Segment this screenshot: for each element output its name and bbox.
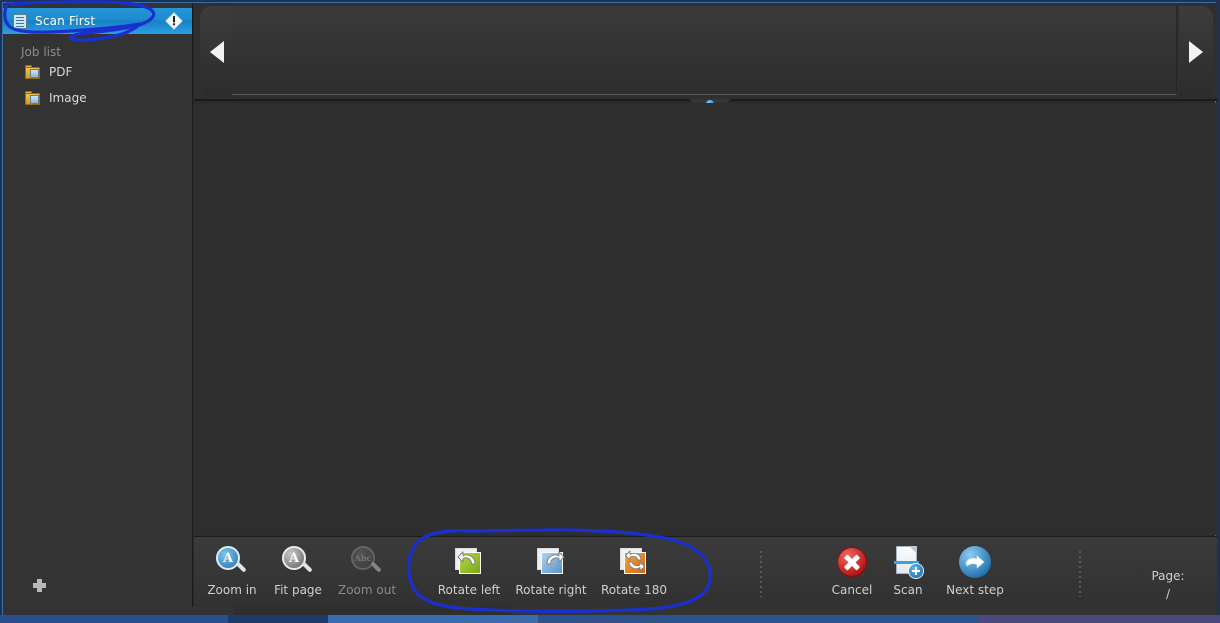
scan-first-label: Scan First bbox=[35, 14, 96, 28]
zoom-out-icon: Abc bbox=[351, 543, 383, 581]
taskbar-segment[interactable] bbox=[328, 615, 538, 623]
sidebar-item-pdf[interactable]: PDF bbox=[25, 65, 72, 79]
bottom-toolbar: A Zoom in A Fit page Abc Zoom out Rotate… bbox=[194, 536, 1217, 611]
arrow-left-icon bbox=[210, 40, 224, 63]
sidebar-item-label: Image bbox=[49, 91, 87, 105]
rotate-180-icon bbox=[618, 543, 650, 581]
toolbar-button-label: Cancel bbox=[831, 583, 873, 597]
zoom-out-button[interactable]: Abc Zoom out bbox=[333, 543, 401, 605]
taskbar-segment[interactable] bbox=[228, 615, 328, 623]
rotate-left-button[interactable]: Rotate left bbox=[433, 543, 505, 605]
warning-diamond-icon bbox=[165, 12, 183, 30]
status-segment bbox=[3, 607, 234, 615]
sidebar-item-label: PDF bbox=[49, 65, 73, 79]
plus-icon bbox=[32, 578, 46, 592]
rotate-right-icon bbox=[535, 543, 567, 581]
toolbar-separator bbox=[760, 551, 762, 597]
add-job-button[interactable] bbox=[28, 574, 50, 596]
toolbar-button-label: Rotate left bbox=[437, 583, 501, 597]
page-value: / bbox=[1165, 587, 1171, 601]
taskbar-segment[interactable] bbox=[538, 615, 978, 623]
page-thumbnail-strip bbox=[194, 3, 1217, 100]
toolbar-button-label: Zoom in bbox=[207, 583, 257, 597]
preview-canvas[interactable] bbox=[194, 103, 1217, 535]
document-icon bbox=[13, 13, 27, 29]
toolbar-button-label: Scan bbox=[893, 583, 923, 597]
toolbar-button-label: Zoom out bbox=[337, 583, 397, 597]
rotate-180-button[interactable]: Rotate 180 bbox=[598, 543, 670, 605]
os-taskbar[interactable] bbox=[0, 615, 1220, 623]
job-list-label: Job list bbox=[21, 45, 61, 59]
status-segment bbox=[233, 607, 513, 615]
scan-icon bbox=[893, 543, 923, 581]
scan-button[interactable]: Scan bbox=[881, 543, 935, 605]
toolbar-button-label: Fit page bbox=[274, 583, 322, 597]
sidebar: Scan First Job list PDF Image bbox=[3, 3, 193, 612]
zoom-in-button[interactable]: A Zoom in bbox=[200, 543, 264, 605]
next-step-button[interactable]: Next step bbox=[935, 543, 1015, 605]
status-bar bbox=[3, 607, 1217, 615]
next-page-button[interactable] bbox=[1179, 6, 1213, 97]
toolbar-button-label: Rotate right bbox=[515, 583, 587, 597]
rotate-left-icon bbox=[453, 543, 485, 581]
status-segment bbox=[513, 607, 1217, 615]
toolbar-separator bbox=[1079, 551, 1081, 597]
arrow-right-icon bbox=[1189, 40, 1203, 63]
page-indicator: Page: / bbox=[1133, 569, 1203, 601]
sidebar-item-scan-first[interactable]: Scan First bbox=[3, 8, 192, 34]
thumbnail-track[interactable] bbox=[232, 6, 1177, 95]
sidebar-item-image[interactable]: Image bbox=[25, 91, 87, 105]
toolbar-button-label: Rotate 180 bbox=[600, 583, 667, 597]
previous-page-button[interactable] bbox=[200, 6, 234, 97]
folder-pdf-icon bbox=[25, 65, 40, 79]
cancel-button[interactable]: Cancel bbox=[823, 543, 881, 605]
next-step-icon bbox=[959, 543, 991, 581]
fit-page-button[interactable]: A Fit page bbox=[266, 543, 330, 605]
page-label: Page: bbox=[1151, 569, 1185, 583]
toolbar-button-label: Next step bbox=[946, 583, 1004, 597]
folder-image-icon bbox=[25, 91, 40, 105]
fit-page-icon: A bbox=[282, 543, 314, 581]
cancel-icon bbox=[837, 543, 867, 581]
scanner-app-window: Scan First Job list PDF Image A Zoom in … bbox=[0, 0, 1220, 623]
rotate-right-button[interactable]: Rotate right bbox=[512, 543, 590, 605]
zoom-in-icon: A bbox=[216, 543, 248, 581]
taskbar-segment[interactable] bbox=[0, 615, 228, 623]
taskbar-segment[interactable] bbox=[978, 615, 1220, 623]
